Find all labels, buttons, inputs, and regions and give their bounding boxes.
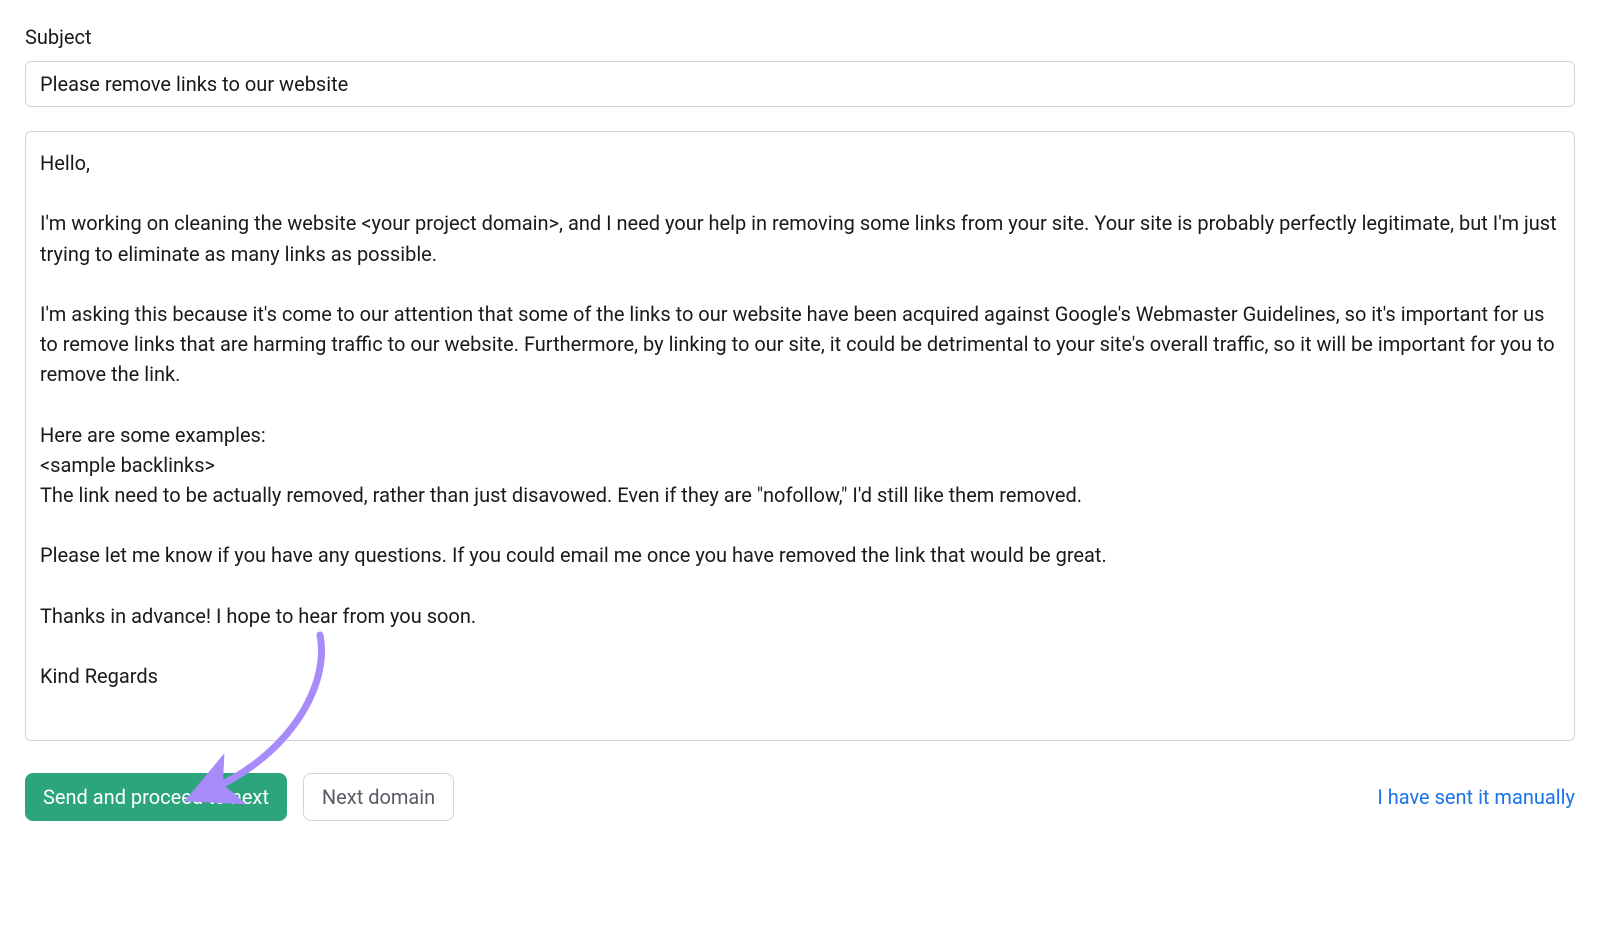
email-form: Subject Send and proceed to next Next do…: [25, 25, 1575, 821]
next-domain-button[interactable]: Next domain: [303, 773, 454, 821]
message-textarea[interactable]: [25, 131, 1575, 741]
subject-label: Subject: [25, 25, 1575, 49]
sent-manually-link[interactable]: I have sent it manually: [1377, 785, 1575, 809]
action-row: Send and proceed to next Next domain I h…: [25, 773, 1575, 821]
send-and-proceed-button[interactable]: Send and proceed to next: [25, 773, 287, 821]
subject-input[interactable]: [25, 61, 1575, 107]
